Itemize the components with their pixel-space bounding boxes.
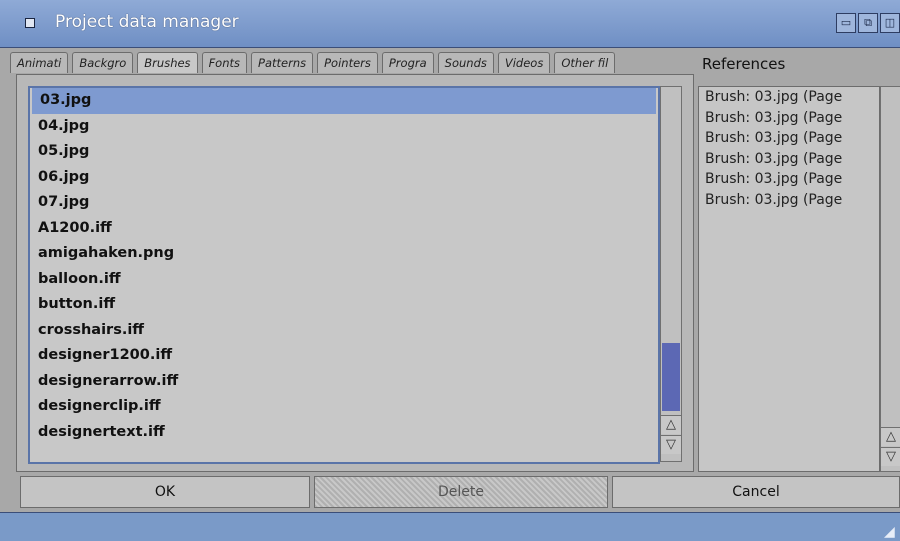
tab-patterns[interactable]: Patterns: [251, 52, 314, 73]
zoom-icon[interactable]: ⧉: [858, 13, 878, 33]
category-tabs: Animati Backgro Brushes Fonts Patterns P…: [10, 52, 616, 74]
status-bar: ◢: [0, 512, 900, 541]
list-item[interactable]: 04.jpg: [30, 114, 658, 140]
refs-scroll-up-icon[interactable]: △: [881, 427, 900, 446]
tab-fonts[interactable]: Fonts: [201, 52, 248, 73]
ok-button[interactable]: OK: [20, 476, 310, 508]
project-data-manager-window: Project data manager ▭ ⧉ ◫ Animati Backg…: [0, 0, 900, 541]
list-item[interactable]: designerarrow.iff: [30, 369, 658, 395]
file-list[interactable]: 03.jpg 04.jpg 05.jpg 06.jpg 07.jpg A1200…: [28, 86, 660, 464]
refs-scroll-down-icon[interactable]: ▽: [881, 447, 900, 466]
tab-other-files[interactable]: Other fil: [554, 52, 616, 73]
reference-item[interactable]: Brush: 03.jpg (Page: [699, 128, 879, 149]
list-item[interactable]: A1200.iff: [30, 216, 658, 242]
tab-pointers[interactable]: Pointers: [317, 52, 378, 73]
list-item[interactable]: designerclip.iff: [30, 394, 658, 420]
list-item[interactable]: designer1200.iff: [30, 343, 658, 369]
tab-brushes[interactable]: Brushes: [137, 52, 198, 73]
references-label: References: [702, 55, 786, 73]
tab-backgrounds[interactable]: Backgro: [72, 52, 134, 73]
reference-item[interactable]: Brush: 03.jpg (Page: [699, 108, 879, 129]
cancel-button[interactable]: Cancel: [612, 476, 900, 508]
list-item[interactable]: button.iff: [30, 292, 658, 318]
references-list[interactable]: Brush: 03.jpg (Page Brush: 03.jpg (Page …: [698, 86, 880, 472]
resize-icon[interactable]: ◢: [884, 525, 898, 539]
window-gadgets: ▭ ⧉ ◫: [836, 10, 900, 36]
close-icon[interactable]: [25, 18, 35, 28]
reference-item[interactable]: Brush: 03.jpg (Page: [699, 190, 879, 211]
list-item[interactable]: 06.jpg: [30, 165, 658, 191]
scroll-down-icon[interactable]: ▽: [661, 435, 681, 454]
list-item[interactable]: designertext.iff: [30, 420, 658, 446]
title-bar[interactable]: Project data manager ▭ ⧉ ◫: [0, 0, 900, 48]
button-row: OK Delete Cancel: [0, 476, 900, 508]
depth-icon[interactable]: ◫: [880, 13, 900, 33]
delete-button[interactable]: Delete: [314, 476, 608, 508]
scroll-up-icon[interactable]: △: [661, 415, 681, 434]
reference-item[interactable]: Brush: 03.jpg (Page: [699, 169, 879, 190]
scrollbar-thumb[interactable]: [662, 343, 680, 411]
reference-item[interactable]: Brush: 03.jpg (Page: [699, 87, 879, 108]
window-title: Project data manager: [55, 12, 239, 32]
tab-animations[interactable]: Animati: [10, 52, 69, 73]
list-item[interactable]: 07.jpg: [30, 190, 658, 216]
tab-sounds[interactable]: Sounds: [437, 52, 494, 73]
file-list-scrollbar[interactable]: △ ▽: [660, 86, 682, 462]
list-item[interactable]: amigahaken.png: [30, 241, 658, 267]
iconify-icon[interactable]: ▭: [836, 13, 856, 33]
tab-programs[interactable]: Progra: [381, 52, 434, 73]
tab-videos[interactable]: Videos: [497, 52, 551, 73]
list-item[interactable]: 05.jpg: [30, 139, 658, 165]
references-scrollbar[interactable]: △ ▽: [880, 86, 900, 472]
list-item[interactable]: balloon.iff: [30, 267, 658, 293]
list-item[interactable]: 03.jpg: [32, 88, 656, 114]
reference-item[interactable]: Brush: 03.jpg (Page: [699, 149, 879, 170]
list-item[interactable]: crosshairs.iff: [30, 318, 658, 344]
